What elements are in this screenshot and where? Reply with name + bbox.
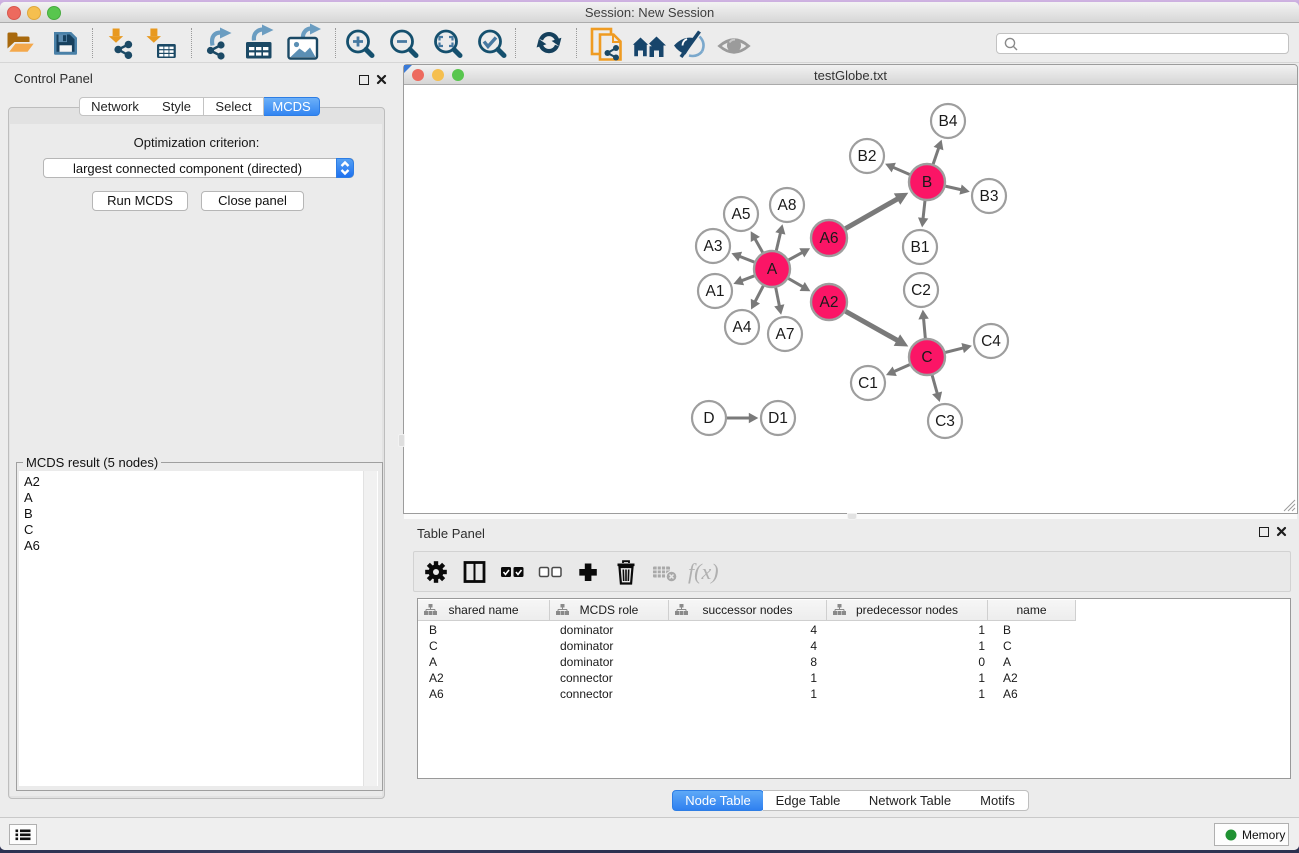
svg-text:A8: A8 [778, 197, 797, 214]
svg-text:D1: D1 [768, 410, 788, 427]
svg-text:B4: B4 [939, 113, 958, 130]
svg-text:C4: C4 [981, 333, 1001, 350]
svg-text:A6: A6 [820, 230, 839, 247]
svg-text:B1: B1 [911, 239, 930, 256]
svg-text:D: D [703, 410, 714, 427]
svg-text:C3: C3 [935, 413, 955, 430]
svg-text:A7: A7 [776, 326, 795, 343]
svg-text:B2: B2 [858, 148, 877, 165]
svg-text:C: C [921, 349, 932, 366]
svg-text:A2: A2 [820, 294, 839, 311]
svg-text:A5: A5 [732, 206, 751, 223]
svg-text:A: A [767, 261, 778, 278]
svg-text:f(x): f(x) [688, 559, 719, 584]
svg-text:C1: C1 [858, 375, 878, 392]
svg-text:C2: C2 [911, 282, 931, 299]
svg-text:B: B [922, 174, 932, 191]
svg-text:B3: B3 [980, 188, 999, 205]
svg-text:A4: A4 [733, 319, 752, 336]
svg-text:A1: A1 [706, 283, 725, 300]
svg-text:A3: A3 [704, 238, 723, 255]
